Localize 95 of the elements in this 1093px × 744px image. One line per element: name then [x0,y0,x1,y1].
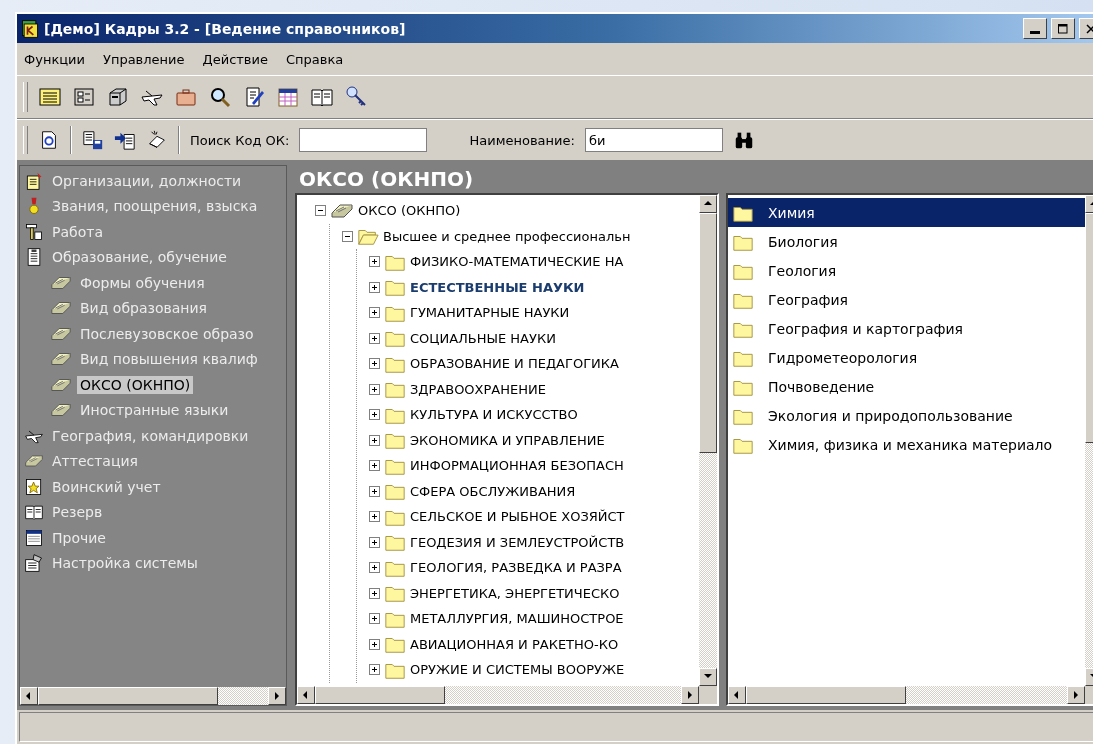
hammer-icon [24,221,44,242]
scroll-thumb[interactable] [699,213,717,453]
close-icon [1085,22,1093,35]
notepad-icon[interactable] [38,85,62,109]
sidebar-item[interactable]: ОКСО (ОКНПО) [77,375,194,394]
menu-item[interactable]: Справка [286,51,344,67]
scroll-left-button[interactable] [20,687,38,705]
tree-expander[interactable] [342,230,353,242]
search-icon[interactable] [208,85,232,109]
card-icon[interactable] [72,85,96,109]
tree-expander[interactable] [369,638,380,650]
horizontal-scrollbar[interactable] [20,687,286,705]
tree-expander[interactable] [315,205,326,217]
tree-expander[interactable] [369,587,380,599]
right-arrow-icon [685,690,695,700]
list-item[interactable]: Геология [728,256,1085,285]
tree-expander[interactable] [369,383,380,395]
tree-expander[interactable] [369,332,380,344]
tree-item[interactable]: ОРУЖИЕ И СИСТЕМЫ ВООРУЖЕ [410,662,625,678]
name-field[interactable]: би [584,128,723,152]
tree-expander[interactable] [369,562,380,574]
tree-item[interactable]: СЕЛЬСКОЕ И РЫБНОЕ ХОЗЯЙСТ [410,509,625,525]
tree-item[interactable]: Высшее и среднее профессиональн [383,228,631,244]
list-item[interactable]: Гидрометеорология [728,343,1085,372]
scroll-left-button[interactable] [297,686,315,704]
tree-item[interactable]: ЭНЕРГЕТИКА, ЭНЕРГЕТИЧЕСКО [410,585,620,601]
tree-item[interactable]: КУЛЬТУРА И ИСКУССТВО [410,407,578,423]
scroll-up-button[interactable] [699,195,717,213]
tree-expander[interactable] [369,307,380,319]
list-item[interactable]: Химия [728,198,1085,227]
search-code-label: Поиск Код ОК: [190,132,290,148]
tree-item[interactable]: АВИАЦИОННАЯ И РАКЕТНО-КО [410,636,619,652]
menu-item[interactable]: Функции [24,51,85,67]
tree-item[interactable]: ОКСО (ОКНПО) [358,203,461,219]
scroll-left-button[interactable] [728,686,746,704]
tree-expander[interactable] [369,460,380,472]
tree-item[interactable]: ЗДРАВООХРАНЕНИЕ [410,381,546,397]
minimize-button[interactable] [1023,18,1047,39]
scroll-right-button[interactable] [1067,686,1085,704]
section-title: ОКСО (ОКНПО) [298,166,475,193]
minimize-icon [1030,31,1040,34]
right-arrow-icon [1071,690,1081,700]
calendar-icon[interactable] [276,85,300,109]
tree-item[interactable]: ГЕОЛОГИЯ, РАЗВЕДКА И РАЗРА [410,560,622,576]
eraser-icon[interactable] [146,129,168,151]
list-item[interactable]: Почвоведение [728,372,1085,401]
tree-item[interactable]: ЭКОНОМИКА И УПРАВЛЕНИЕ [410,432,605,448]
maximize-icon [1057,22,1069,35]
cabinet-icon[interactable] [106,85,130,109]
scroll-right-button[interactable] [268,687,286,705]
tree-expander[interactable] [369,613,380,625]
list-item[interactable]: География и картография [728,314,1085,343]
tree-item[interactable]: ИНФОРМАЦИОННАЯ БЕЗОПАСН [410,458,624,474]
scrollbar-corner [699,686,717,704]
menu-item[interactable]: Действие [202,51,268,67]
window-title: [Демо] Кадры 3.2 - [Ведение справочников] [44,20,407,37]
list-item[interactable]: Экология и природопользование [728,401,1085,430]
tree-item[interactable]: МЕТАЛЛУРГИЯ, МАШИНОСТРОЕ [410,611,624,627]
list-item[interactable]: Биология [728,227,1085,256]
horizontal-scrollbar[interactable] [728,686,1085,704]
tree-expander[interactable] [369,511,380,523]
maximize-button[interactable] [1051,18,1075,39]
tree-expander[interactable] [369,256,380,268]
window-icon [24,527,44,548]
tree-item[interactable]: ГУМАНИТАРНЫЕ НАУКИ [410,305,570,321]
right-arrow-icon [272,691,282,701]
list-item[interactable]: Химия, физика и механика материало [728,430,1085,459]
scroll-down-button[interactable] [699,668,717,686]
tree-expander[interactable] [369,434,380,446]
tree-item[interactable]: ЕСТЕСТВЕННЫЕ НАУКИ [410,279,585,295]
horizontal-scrollbar[interactable] [297,686,699,704]
scroll-right-button[interactable] [681,686,699,704]
menu-item[interactable]: Управление [103,51,185,67]
tree-item[interactable]: СОЦИАЛЬНЫЕ НАУКИ [410,330,556,346]
tree-item[interactable]: ГЕОДЕЗИЯ И ЗЕМЛЕУСТРОЙСТВ [410,534,625,550]
scroll-thumb[interactable] [38,687,218,705]
tree-expander[interactable] [369,281,380,293]
tree-item[interactable]: ОБРАЗОВАНИЕ И ПЕДАГОГИКА [410,356,619,372]
tree-item[interactable]: ФИЗИКО-МАТЕМАТИЧЕСКИЕ НА [410,254,624,270]
document-disk-icon[interactable] [82,129,104,151]
settings-icon [24,553,44,574]
tree-expander[interactable] [369,358,380,370]
app-icon [20,18,40,39]
tree-item[interactable]: СФЕРА ОБСЛУЖИВАНИЯ [410,483,576,499]
name-label: Наименование: [469,132,575,148]
star-document-icon [24,476,44,497]
tree-expander[interactable] [369,664,380,676]
list-item[interactable]: География [728,285,1085,314]
tree-expander[interactable] [369,485,380,497]
scroll-thumb[interactable] [315,686,445,704]
tree-expander[interactable] [369,409,380,421]
tree-expander[interactable] [369,536,380,548]
code-field[interactable] [299,128,428,152]
scroll-thumb[interactable] [746,686,906,704]
vertical-scrollbar[interactable] [699,195,717,686]
